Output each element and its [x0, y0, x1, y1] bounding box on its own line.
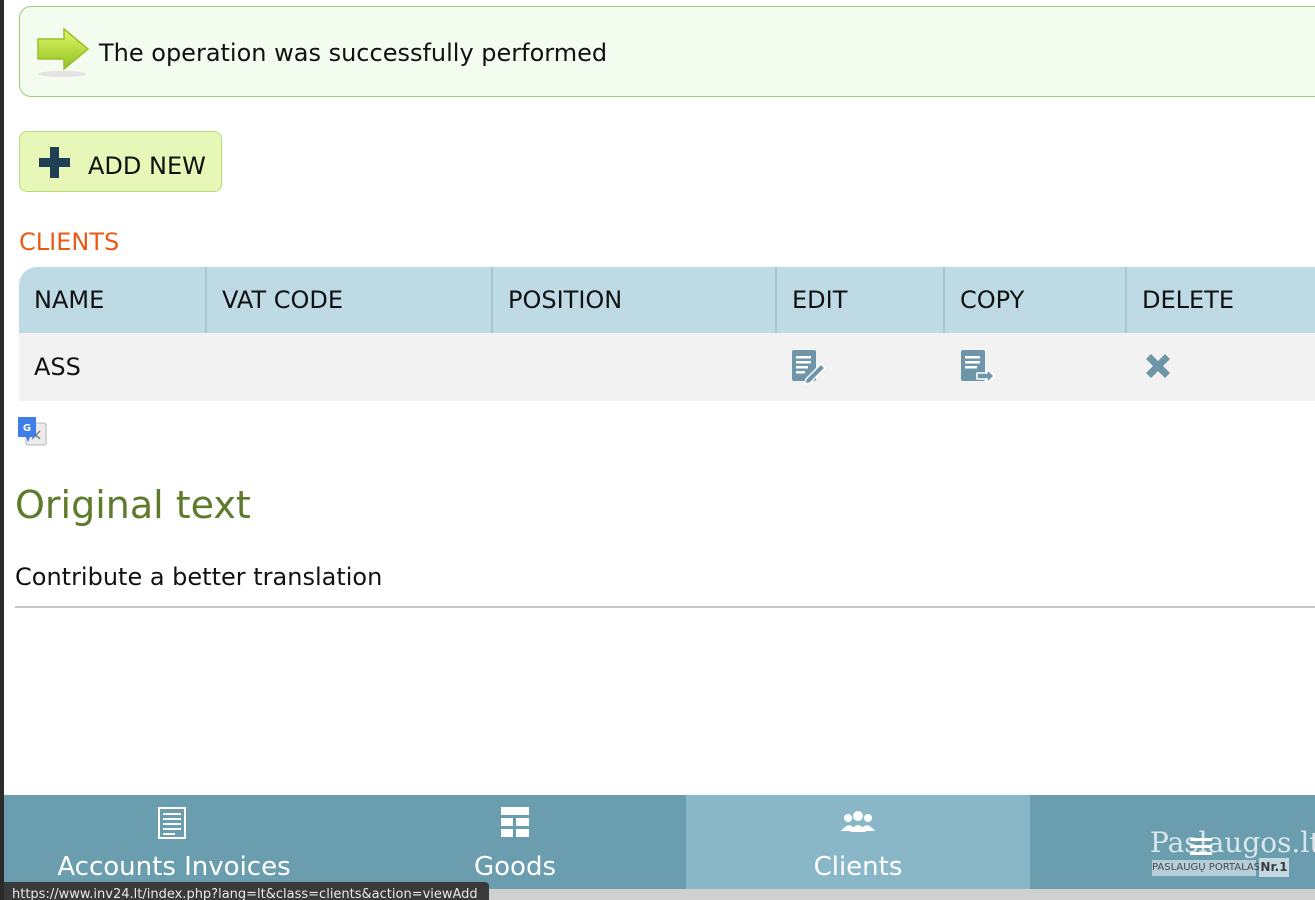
- column-header-copy: COPY: [945, 267, 1127, 333]
- nav-item-accounts-invoices[interactable]: Accounts Invoices: [4, 795, 344, 889]
- nav-label-goods: Goods: [473, 852, 556, 882]
- delete-icon[interactable]: [1142, 350, 1174, 382]
- clients-icon: [841, 811, 875, 832]
- status-bar-url: https://www.inv24.lt/index.php?lang=lt&c…: [4, 882, 489, 900]
- paslaugos-watermark: Paslaugos.lt PASLAUGŲ PORTALAS Nr.1: [1150, 826, 1315, 880]
- table-header: NAME VAT CODE POSITION EDIT COPY DELETE: [19, 267, 1315, 333]
- table-row: ASS: [19, 333, 1315, 401]
- edit-icon[interactable]: [790, 348, 826, 386]
- bottom-nav: Accounts Invoices Goods Clients: [4, 795, 1315, 889]
- alert-message: The operation was successfully performed: [99, 39, 608, 67]
- section-title: CLIENTS: [19, 228, 120, 256]
- column-header-edit: EDIT: [777, 267, 945, 333]
- arrow-right-icon: [37, 27, 90, 77]
- contribute-translation-link[interactable]: Contribute a better translation: [15, 563, 382, 591]
- success-alert: The operation was successfully performed: [19, 6, 1315, 97]
- clients-table: NAME VAT CODE POSITION EDIT COPY DELETE …: [19, 267, 1315, 401]
- nav-item-goods[interactable]: Goods: [344, 795, 686, 889]
- add-new-label: ADD NEW: [88, 152, 206, 180]
- nav-label-accounts-invoices: Accounts Invoices: [57, 852, 291, 882]
- grid-icon: [501, 807, 529, 837]
- original-text-heading: Original text: [15, 483, 251, 527]
- plus-icon: [39, 147, 70, 178]
- column-header-position[interactable]: POSITION: [493, 267, 777, 333]
- google-translate-icon[interactable]: G: [16, 415, 48, 447]
- window-left-edge: [0, 0, 4, 900]
- watermark-sub: PASLAUGŲ PORTALAS: [1152, 860, 1260, 876]
- add-new-button[interactable]: ADD NEW: [19, 131, 222, 192]
- cell-vat-code: [207, 333, 493, 401]
- cell-position: [493, 333, 777, 401]
- copy-icon[interactable]: [959, 348, 995, 386]
- column-header-delete: DELETE: [1142, 286, 1235, 314]
- column-header-vat-code[interactable]: VAT CODE: [207, 267, 493, 333]
- nav-item-clients[interactable]: Clients: [686, 795, 1030, 889]
- divider: [15, 606, 1315, 608]
- watermark-brand: Paslaugos.lt: [1150, 826, 1315, 859]
- cell-name: ASS: [34, 353, 81, 381]
- invoice-icon: [158, 807, 186, 839]
- nav-label-clients: Clients: [813, 852, 903, 882]
- svg-text:G: G: [23, 423, 31, 434]
- watermark-badge: Nr.1: [1259, 858, 1289, 877]
- column-header-name[interactable]: NAME: [19, 267, 207, 333]
